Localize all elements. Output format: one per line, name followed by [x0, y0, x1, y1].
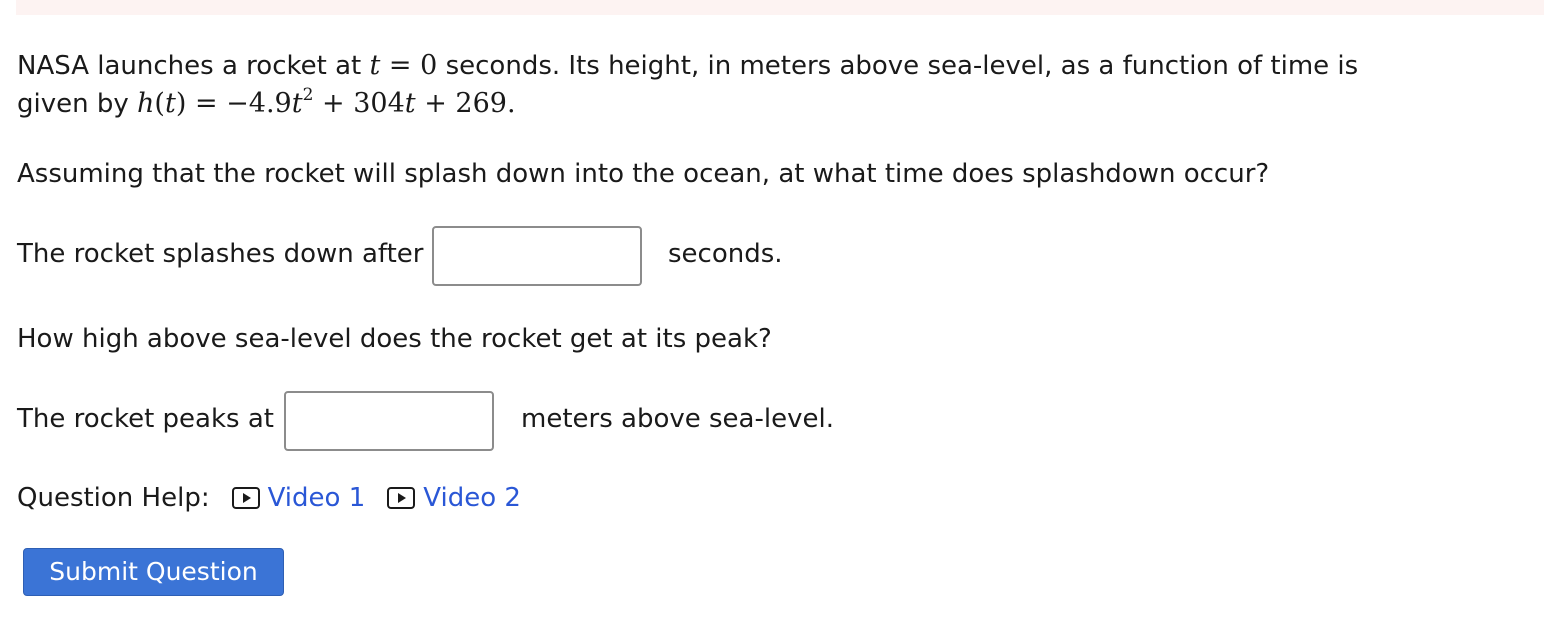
question-text-line1: NASA launches a rocket at t = 0 seconds.…	[17, 50, 1358, 82]
play-icon	[231, 487, 260, 509]
question-help-label: Question Help:	[17, 483, 210, 513]
height-function: h(t) = −4.9t2 + 304t + 269.	[137, 85, 516, 120]
part1-prompt: Assuming that the rocket will splash dow…	[17, 159, 1270, 189]
math-constant: + 269.	[424, 88, 516, 119]
video-1-link[interactable]: Video 1	[231, 483, 366, 513]
math-var-t1: t	[291, 88, 303, 119]
math-coef-a: −4.9	[226, 88, 292, 119]
video-2-label: Video 2	[423, 483, 521, 513]
question-given-by: given by	[17, 89, 129, 119]
math-var-t: t	[369, 50, 381, 81]
part2-unit: meters above sea-level.	[521, 404, 834, 434]
math-func-t: t	[164, 88, 176, 119]
math-equals-2: =	[194, 88, 218, 119]
math-paren-close: )	[175, 88, 187, 119]
math-zero: 0	[420, 50, 438, 81]
video-2-link[interactable]: Video 2	[387, 483, 521, 513]
math-coef-b: + 304	[322, 88, 405, 119]
math-equals: =	[388, 50, 412, 81]
question-help-row: Question Help: Video 1 Video 2	[17, 480, 521, 516]
math-var-t2: t	[404, 88, 416, 119]
question-text-line2: given by h(t) = −4.9t2 + 304t + 269.	[17, 85, 516, 120]
top-banner	[16, 0, 1544, 15]
math-func-h: h	[137, 88, 155, 119]
question-intro-suffix: seconds. Its height, in meters above sea…	[445, 51, 1359, 81]
video-1-label: Video 1	[267, 483, 366, 513]
question-intro-prefix: NASA launches a rocket at	[17, 51, 362, 81]
part1-unit: seconds.	[668, 239, 783, 269]
submit-question-button[interactable]: Submit Question	[23, 548, 284, 596]
splashdown-time-input[interactable]	[432, 226, 642, 286]
math-exponent: 2	[302, 85, 314, 105]
math-paren-open: (	[154, 88, 165, 119]
peak-height-input[interactable]	[284, 391, 494, 451]
part2-prompt: How high above sea-level does the rocket…	[17, 324, 772, 354]
play-icon	[387, 487, 416, 509]
math-t-equals-zero: t = 0	[369, 50, 437, 81]
part1-label: The rocket splashes down after	[17, 239, 424, 269]
part2-label: The rocket peaks at	[17, 404, 274, 434]
